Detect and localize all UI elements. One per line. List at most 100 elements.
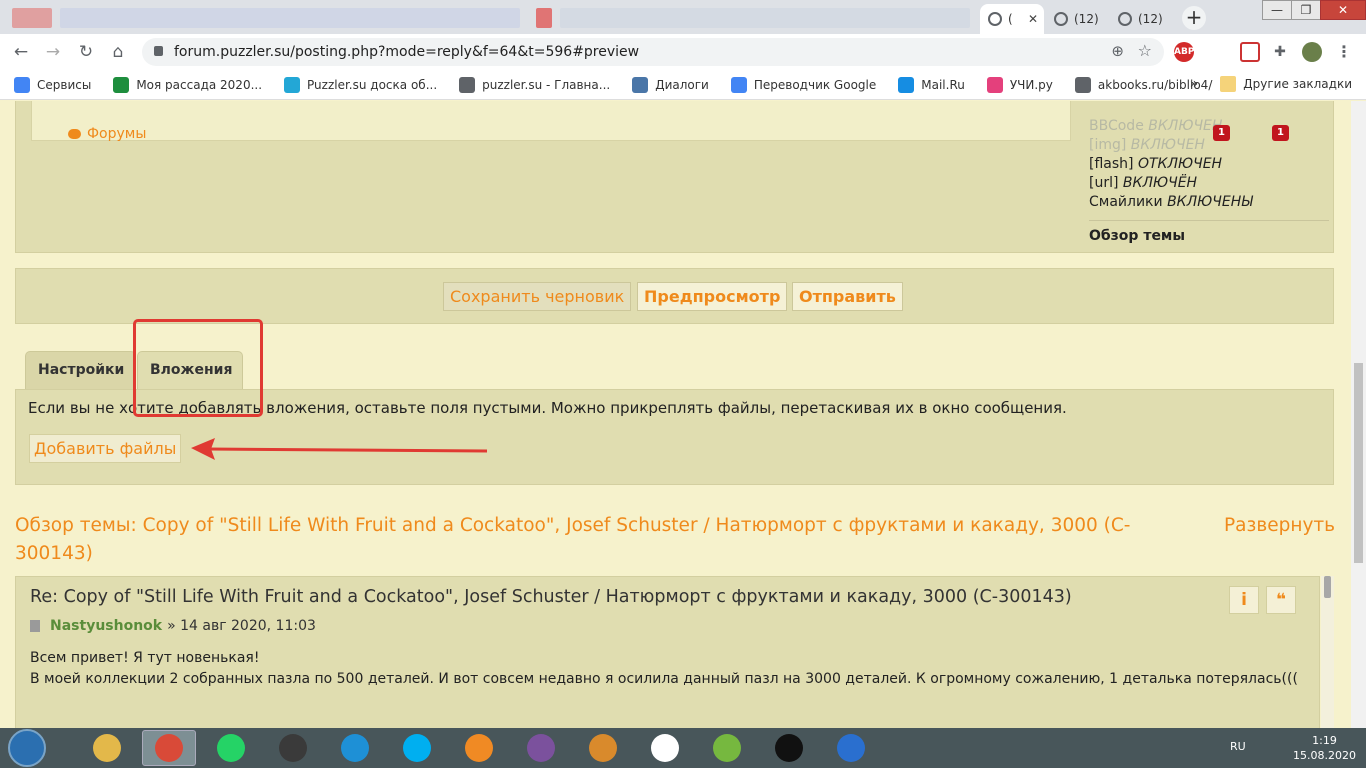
notification-badge[interactable]: 1 bbox=[1213, 125, 1230, 141]
avatar[interactable] bbox=[1302, 42, 1322, 62]
close-icon[interactable]: ✕ bbox=[1028, 12, 1038, 26]
home-icon[interactable]: ⌂ bbox=[106, 40, 130, 64]
option-state: ВКЛЮЧЕНЫ bbox=[1167, 194, 1253, 210]
expand-link[interactable]: Развернуть bbox=[1224, 512, 1335, 540]
add-files-button[interactable]: Добавить файлы bbox=[29, 434, 182, 463]
address-bar[interactable]: forum.puzzler.su/posting.php?mode=reply&… bbox=[142, 38, 1164, 66]
minimize-button[interactable]: — bbox=[1262, 0, 1292, 20]
back-arrow-icon[interactable]: ← bbox=[9, 40, 33, 64]
page-scrollbar[interactable] bbox=[1351, 101, 1366, 728]
settings-gear-icon bbox=[775, 734, 803, 762]
taskbar-app-button[interactable] bbox=[452, 730, 506, 766]
option-state: ОТКЛЮЧЕН bbox=[1137, 156, 1223, 172]
quote-icon[interactable]: ❝ bbox=[1266, 586, 1296, 614]
topic-review-link[interactable]: Обзор темы bbox=[1089, 227, 1329, 246]
green-plus-icon bbox=[113, 76, 130, 93]
address-url: forum.puzzler.su/posting.php?mode=reply&… bbox=[174, 44, 640, 60]
info-icon[interactable]: i bbox=[1229, 586, 1259, 614]
bookmark-item[interactable]: Моя рассада 2020... bbox=[113, 76, 262, 93]
adblock-plus-icon[interactable]: ABP bbox=[1174, 42, 1194, 62]
internet-explorer-icon bbox=[341, 734, 369, 762]
counter-strike-icon bbox=[589, 734, 617, 762]
page-scrollbar-thumb[interactable] bbox=[1354, 363, 1363, 563]
taskbar-app-button[interactable] bbox=[390, 730, 444, 766]
taskbar-app-button[interactable] bbox=[142, 730, 196, 766]
maximize-button[interactable]: ❐ bbox=[1291, 0, 1321, 20]
post-title[interactable]: Re: Copy of "Still Life With Fruit and a… bbox=[30, 587, 1072, 607]
zoom-icon[interactable]: ⊕ bbox=[1111, 42, 1124, 60]
translate-icon bbox=[730, 76, 747, 93]
taskbar-app-button[interactable] bbox=[266, 730, 320, 766]
posting-options-panel: Форумы BBCode ВКЛЮЧЕН [img] ВКЛЮЧЕН [fla… bbox=[15, 101, 1334, 253]
taskbar-app-button[interactable] bbox=[824, 730, 878, 766]
bookmark-item[interactable]: Mail.Ru bbox=[898, 76, 965, 93]
bookmark-item[interactable]: Переводчик Google bbox=[730, 76, 876, 93]
media-player-icon bbox=[465, 734, 493, 762]
forums-link-label: Форумы bbox=[87, 126, 147, 142]
ufo-app-icon bbox=[837, 734, 865, 762]
other-bookmarks-label: Другие закладки bbox=[1243, 77, 1352, 91]
taskbar-app-button[interactable] bbox=[762, 730, 816, 766]
taskbar-app-button[interactable] bbox=[700, 730, 754, 766]
taskbar-app-button[interactable] bbox=[80, 730, 134, 766]
globe-icon bbox=[988, 12, 1002, 26]
taskbar-app-button[interactable] bbox=[328, 730, 382, 766]
bookmarks-overflow-icon[interactable]: » bbox=[1190, 76, 1199, 92]
bookmark-item[interactable]: puzzler.su - Главна... bbox=[459, 76, 611, 93]
windows-taskbar: RU 1:19 15.08.2020 bbox=[0, 728, 1366, 768]
folder-icon bbox=[1220, 76, 1237, 92]
close-window-button[interactable]: ✕ bbox=[1320, 0, 1366, 20]
blurred-tabs-region bbox=[560, 8, 970, 28]
smilies-status: Смайлики ВКЛЮЧЕНЫ bbox=[1089, 193, 1329, 212]
browser-tab[interactable]: (12) bbox=[1046, 4, 1108, 34]
clock-time: 1:19 bbox=[1312, 734, 1337, 747]
language-indicator[interactable]: RU bbox=[1230, 740, 1246, 753]
tab-title: (12) bbox=[1138, 12, 1163, 26]
bookmark-item[interactable]: Диалоги bbox=[632, 76, 709, 93]
option-label: [url] bbox=[1089, 175, 1119, 191]
annotation-highlight-box bbox=[133, 319, 263, 417]
reload-icon[interactable]: ↻ bbox=[74, 40, 98, 64]
taskbar-app-button[interactable] bbox=[514, 730, 568, 766]
post-scrollbar-thumb[interactable] bbox=[1324, 576, 1331, 598]
bookmark-item[interactable]: Puzzler.su доска об... bbox=[284, 76, 437, 93]
tab-title: ( bbox=[1008, 12, 1013, 26]
submit-button[interactable]: Отправить bbox=[792, 282, 903, 311]
browser-tab[interactable]: (12) bbox=[1110, 4, 1174, 34]
start-button[interactable] bbox=[8, 729, 46, 767]
preview-button[interactable]: Предпросмотр bbox=[637, 282, 788, 311]
review-post: Re: Copy of "Still Life With Fruit and a… bbox=[15, 576, 1320, 728]
browser-toolbar: ← → ↻ ⌂ forum.puzzler.su/posting.php?mod… bbox=[0, 34, 1366, 70]
uchi-icon bbox=[986, 76, 1003, 93]
save-draft-button[interactable]: Сохранить черновик bbox=[443, 282, 632, 311]
notification-badge[interactable]: 1 bbox=[1272, 125, 1289, 141]
bbcode-status: BBCode ВКЛЮЧЕН bbox=[1089, 117, 1329, 136]
taskbar-app-button[interactable] bbox=[638, 730, 692, 766]
forward-arrow-icon[interactable]: → bbox=[41, 40, 65, 64]
bookmark-label: puzzler.su - Главна... bbox=[482, 77, 611, 92]
option-state: ВКЛЮЧЕН bbox=[1148, 118, 1223, 134]
forums-link[interactable]: Форумы bbox=[68, 126, 146, 142]
yandex-browser-icon bbox=[651, 734, 679, 762]
taskbar-app-button[interactable] bbox=[576, 730, 630, 766]
tab-settings[interactable]: Настройки bbox=[25, 351, 136, 389]
post-author[interactable]: Nastyushonok bbox=[50, 618, 162, 634]
lock-icon bbox=[154, 46, 163, 56]
post-scrollbar[interactable] bbox=[1321, 576, 1334, 728]
clock[interactable]: 1:19 15.08.2020 bbox=[1293, 733, 1356, 763]
new-tab-button[interactable]: + bbox=[1182, 6, 1206, 30]
post-body-line: В моей коллекции 2 собранных пазла по 50… bbox=[30, 671, 1298, 687]
chat-bubble-icon bbox=[68, 129, 81, 139]
puzzle-extensions-icon[interactable]: ✚ bbox=[1270, 42, 1290, 62]
menu-dots-icon[interactable]: ⋮ bbox=[1334, 42, 1354, 62]
option-label: [img] bbox=[1089, 137, 1127, 153]
puzzler-icon bbox=[284, 76, 301, 93]
bookmark-star-icon[interactable]: ☆ bbox=[1138, 41, 1152, 60]
annotation-arrow bbox=[191, 438, 488, 460]
other-bookmarks[interactable]: » Другие закладки bbox=[1190, 76, 1352, 92]
browser-tab-active[interactable]: ( ✕ bbox=[980, 4, 1044, 34]
bookmark-item[interactable]: Сервисы bbox=[14, 76, 91, 93]
extension-icon[interactable] bbox=[1240, 42, 1260, 62]
bookmark-item[interactable]: УЧИ.ру bbox=[986, 76, 1053, 93]
taskbar-app-button[interactable] bbox=[204, 730, 258, 766]
